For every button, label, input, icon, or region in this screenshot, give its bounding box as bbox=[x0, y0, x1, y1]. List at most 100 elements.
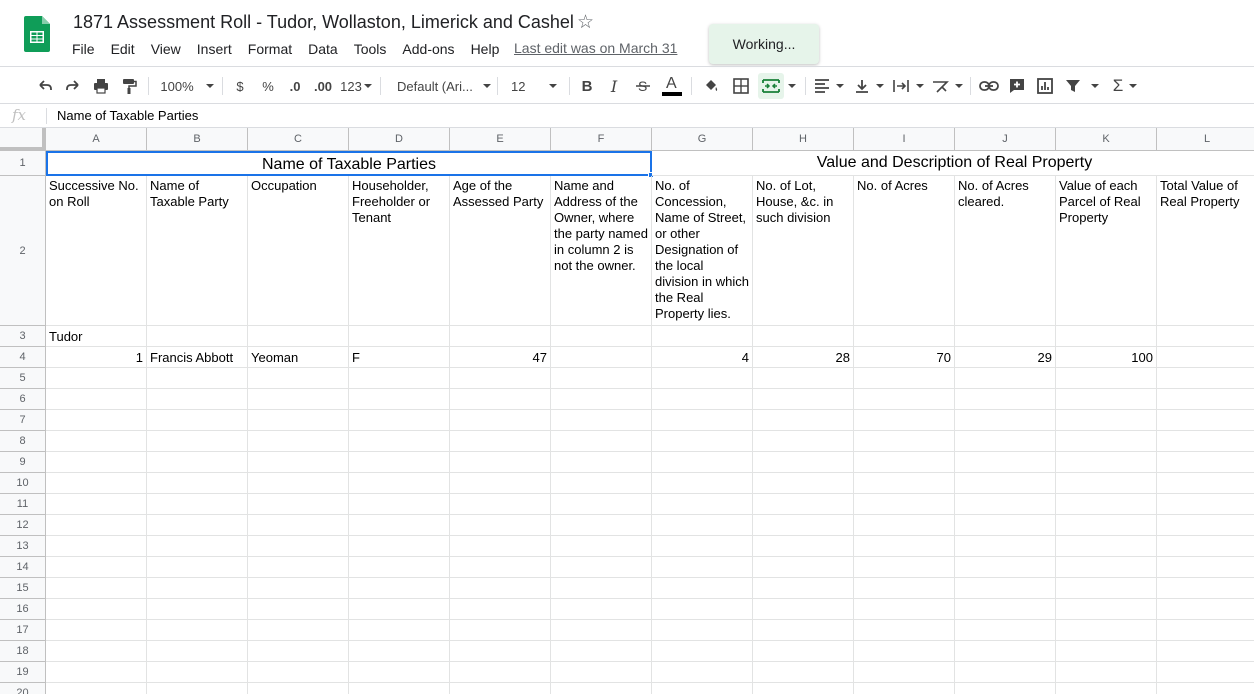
cell-c13[interactable] bbox=[248, 536, 349, 557]
cell-e12[interactable] bbox=[450, 515, 551, 536]
column-header-c[interactable]: C bbox=[248, 128, 349, 151]
row-header-15[interactable]: 15 bbox=[0, 578, 46, 599]
cell-a11[interactable] bbox=[46, 494, 147, 515]
cell-k11[interactable] bbox=[1056, 494, 1157, 515]
cell-j9[interactable] bbox=[955, 452, 1056, 473]
cell-a16[interactable] bbox=[46, 599, 147, 620]
cell-f5[interactable] bbox=[551, 368, 652, 389]
cell-i18[interactable] bbox=[854, 641, 955, 662]
more-formats-button[interactable]: 123 bbox=[339, 67, 373, 105]
cell-i12[interactable] bbox=[854, 515, 955, 536]
cell-k13[interactable] bbox=[1056, 536, 1157, 557]
font-size-select[interactable]: 12 bbox=[506, 67, 562, 105]
cell-j10[interactable] bbox=[955, 473, 1056, 494]
cell-d7[interactable] bbox=[349, 410, 450, 431]
zoom-select[interactable]: 100% bbox=[158, 67, 216, 105]
menu-edit[interactable]: Edit bbox=[103, 38, 143, 60]
cell-j8[interactable] bbox=[955, 431, 1056, 452]
formula-input[interactable]: Name of Taxable Parties bbox=[57, 108, 198, 123]
cell-j18[interactable] bbox=[955, 641, 1056, 662]
menu-data[interactable]: Data bbox=[300, 38, 346, 60]
increase-decimal-button[interactable]: .00 bbox=[311, 67, 335, 105]
spreadsheet-grid[interactable]: A B C D E F G H I J K L 1 2 3 4 5 6 7 8 9 10 11 12 13 14 15 16 17 18 1… bbox=[0, 128, 1254, 694]
row-header-12[interactable]: 12 bbox=[0, 515, 46, 536]
cell-h17[interactable] bbox=[753, 620, 854, 641]
cell-g8[interactable] bbox=[652, 431, 753, 452]
cell-d9[interactable] bbox=[349, 452, 450, 473]
cell-h12[interactable] bbox=[753, 515, 854, 536]
redo-icon[interactable] bbox=[62, 67, 84, 105]
cell-h5[interactable] bbox=[753, 368, 854, 389]
cell-l17[interactable] bbox=[1157, 620, 1254, 641]
cell-j19[interactable] bbox=[955, 662, 1056, 683]
borders-icon[interactable] bbox=[730, 67, 752, 105]
cell-d8[interactable] bbox=[349, 431, 450, 452]
cell-b10[interactable] bbox=[147, 473, 248, 494]
cell-j6[interactable] bbox=[955, 389, 1056, 410]
cell-j12[interactable] bbox=[955, 515, 1056, 536]
cell-i11[interactable] bbox=[854, 494, 955, 515]
cell-g16[interactable] bbox=[652, 599, 753, 620]
menu-help[interactable]: Help bbox=[463, 38, 508, 60]
row-header-14[interactable]: 14 bbox=[0, 557, 46, 578]
cell-j3[interactable] bbox=[955, 326, 1056, 347]
header-cell-k[interactable]: Value of each Parcel of Real Property bbox=[1056, 176, 1157, 326]
cell-k17[interactable] bbox=[1056, 620, 1157, 641]
cell-i19[interactable] bbox=[854, 662, 955, 683]
row-header-7[interactable]: 7 bbox=[0, 410, 46, 431]
cell-e19[interactable] bbox=[450, 662, 551, 683]
cell-a19[interactable] bbox=[46, 662, 147, 683]
cell-j20[interactable] bbox=[955, 683, 1056, 694]
cell-h4[interactable]: 28 bbox=[753, 347, 854, 368]
cell-h10[interactable] bbox=[753, 473, 854, 494]
header-cell-e[interactable]: Age of the Assessed Party bbox=[450, 176, 551, 326]
cell-b17[interactable] bbox=[147, 620, 248, 641]
cell-f12[interactable] bbox=[551, 515, 652, 536]
cell-a6[interactable] bbox=[46, 389, 147, 410]
cell-j15[interactable] bbox=[955, 578, 1056, 599]
cell-k14[interactable] bbox=[1056, 557, 1157, 578]
cell-e17[interactable] bbox=[450, 620, 551, 641]
cell-a9[interactable] bbox=[46, 452, 147, 473]
sheets-logo-icon[interactable] bbox=[24, 16, 50, 52]
cell-c16[interactable] bbox=[248, 599, 349, 620]
column-header-l[interactable]: L bbox=[1157, 128, 1254, 151]
cell-k5[interactable] bbox=[1056, 368, 1157, 389]
cell-e7[interactable] bbox=[450, 410, 551, 431]
column-header-g[interactable]: G bbox=[652, 128, 753, 151]
cell-b14[interactable] bbox=[147, 557, 248, 578]
cell-d16[interactable] bbox=[349, 599, 450, 620]
cell-h7[interactable] bbox=[753, 410, 854, 431]
cell-g14[interactable] bbox=[652, 557, 753, 578]
cell-c15[interactable] bbox=[248, 578, 349, 599]
cell-l6[interactable] bbox=[1157, 389, 1254, 410]
cell-h20[interactable] bbox=[753, 683, 854, 694]
cell-l10[interactable] bbox=[1157, 473, 1254, 494]
select-all-corner[interactable] bbox=[0, 128, 46, 151]
cell-h16[interactable] bbox=[753, 599, 854, 620]
cell-k3[interactable] bbox=[1056, 326, 1157, 347]
cell-a3[interactable]: Tudor bbox=[46, 326, 147, 347]
cell-b12[interactable] bbox=[147, 515, 248, 536]
cell-i13[interactable] bbox=[854, 536, 955, 557]
cell-f11[interactable] bbox=[551, 494, 652, 515]
cell-b5[interactable] bbox=[147, 368, 248, 389]
row-header-11[interactable]: 11 bbox=[0, 494, 46, 515]
cell-h8[interactable] bbox=[753, 431, 854, 452]
cell-a20[interactable] bbox=[46, 683, 147, 694]
cell-i15[interactable] bbox=[854, 578, 955, 599]
row-header-17[interactable]: 17 bbox=[0, 620, 46, 641]
cell-e9[interactable] bbox=[450, 452, 551, 473]
cell-c12[interactable] bbox=[248, 515, 349, 536]
cell-c18[interactable] bbox=[248, 641, 349, 662]
header-cell-h[interactable]: No. of Lot, House, &c. in such division bbox=[753, 176, 854, 326]
menu-file[interactable]: File bbox=[64, 38, 103, 60]
cell-h14[interactable] bbox=[753, 557, 854, 578]
cell-l7[interactable] bbox=[1157, 410, 1254, 431]
comment-icon[interactable] bbox=[1006, 67, 1028, 105]
cell-i14[interactable] bbox=[854, 557, 955, 578]
cell-c8[interactable] bbox=[248, 431, 349, 452]
menu-addons[interactable]: Add-ons bbox=[394, 38, 462, 60]
cell-b19[interactable] bbox=[147, 662, 248, 683]
cell-e15[interactable] bbox=[450, 578, 551, 599]
